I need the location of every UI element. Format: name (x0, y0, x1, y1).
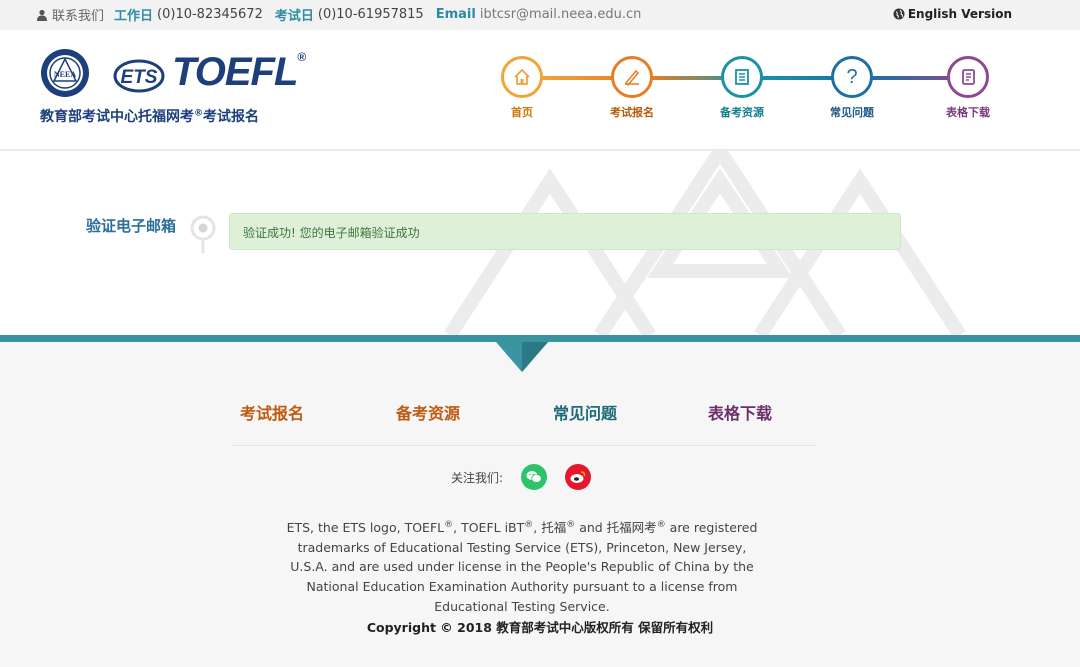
register-icon (611, 56, 653, 98)
nav-home[interactable]: 首页 (482, 56, 562, 120)
divider-arrow-shade (522, 342, 548, 372)
step-marker-icon (190, 215, 216, 253)
footer-link-register[interactable]: 考试报名 (240, 400, 304, 424)
examday-label: 考试日 (274, 9, 314, 24)
nav-faq[interactable]: ? 常见问题 (812, 56, 892, 120)
nav-download[interactable]: 表格下载 (928, 56, 1008, 120)
english-version-label: English Version (907, 7, 1012, 21)
copyright: Copyright © 2018 教育部考试中心版权所有 保留所有权利 (366, 620, 714, 635)
faq-icon: ? (831, 56, 873, 98)
wechat-icon[interactable] (521, 464, 548, 490)
footer-link-download[interactable]: 表格下载 (708, 400, 772, 424)
workday-phone: (0)10-82345672 (157, 7, 263, 22)
nav-resources[interactable]: 备考资源 (702, 56, 782, 120)
weibo-icon[interactable] (565, 464, 592, 490)
legal-notice: ETS, the ETS logo, TOEFL®, TOEFL iBT®, 托… (286, 520, 758, 614)
neea-seal-logo[interactable]: NEEA (40, 48, 90, 98)
footer-link-faq[interactable]: 常见问题 (553, 400, 617, 424)
examday-phone: (0)10-61957815 (317, 7, 424, 22)
email-label: Email (435, 7, 476, 22)
site-subtitle: 教育部考试中心托福网考®考试报名 (40, 108, 259, 125)
svg-text:ETS: ETS (121, 67, 158, 88)
step-label: 验证电子邮箱 (86, 217, 177, 235)
footer-divider (232, 445, 816, 446)
follow-us-label: 关注我们: (451, 470, 504, 485)
success-alert: 验证成功! 您的电子邮箱验证成功 (229, 213, 901, 250)
resources-icon (721, 56, 763, 98)
globe-icon (893, 8, 905, 20)
ets-logo[interactable]: ETS (112, 58, 170, 94)
workday-label: 工作日 (114, 9, 154, 24)
contact-us-label: 联系我们 (52, 9, 105, 24)
section-divider (0, 335, 1080, 342)
english-version-link[interactable]: English Version (893, 7, 1012, 21)
main-content: 验证电子邮箱 验证成功! 您的电子邮箱验证成功 (0, 151, 1080, 335)
top-contact-bar: 联系我们 工作日 (0)10-82345672 考试日 (0)10-619578… (0, 0, 1080, 30)
contact-info: 联系我们 工作日 (0)10-82345672 考试日 (0)10-619578… (36, 5, 653, 24)
footer-link-resources[interactable]: 备考资源 (396, 400, 460, 424)
toefl-logo[interactable]: TOEFL® (172, 50, 306, 95)
home-icon (501, 56, 543, 98)
follow-us: 关注我们: (451, 464, 592, 490)
email-link[interactable]: ibtcsr@mail.neea.edu.cn (480, 7, 642, 22)
person-icon (37, 9, 47, 21)
footer-nav: 考试报名 备考资源 常见问题 表格下载 (240, 400, 820, 424)
nav-register[interactable]: 考试报名 (592, 56, 672, 120)
site-header: NEEA ETS TOEFL® 教育部考试中心托福网考®考试报名 首页 考试报名 (0, 30, 1080, 150)
download-icon (947, 56, 989, 98)
main-nav: 首页 考试报名 备考资源 ? 常见问题 表格下载 (500, 56, 1000, 126)
svg-text:NEEA: NEEA (54, 70, 76, 79)
